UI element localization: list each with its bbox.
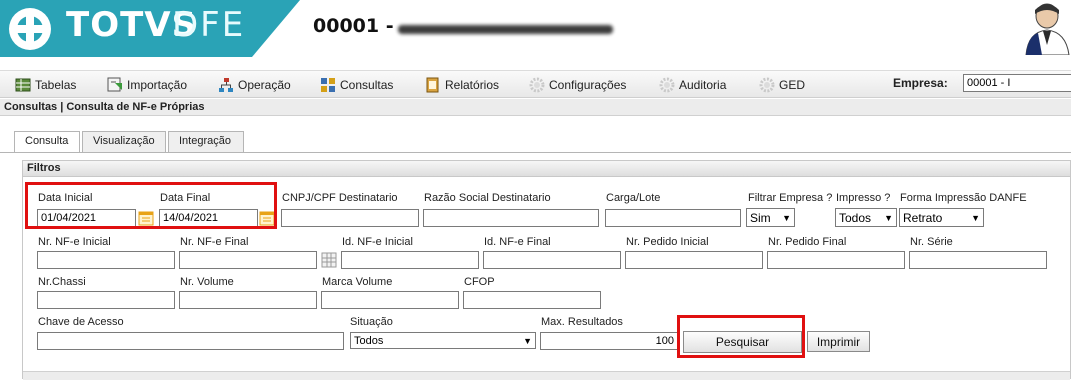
menu-ged-label: GED — [779, 78, 806, 92]
situacao-value: Todos — [354, 334, 384, 347]
nr-pedido-final-label: Nr. Pedido Final — [768, 236, 847, 248]
marca-volume-field[interactable] — [321, 291, 459, 309]
breadcrumb: Consultas | Consulta de NF-e Próprias — [0, 99, 1071, 116]
empresa-field[interactable] — [963, 74, 1071, 92]
tab-divider — [0, 152, 1071, 153]
nr-chassi-field[interactable] — [37, 291, 175, 309]
carga-lote-label: Carga/Lote — [606, 192, 661, 204]
menu-operacao-label: Operação — [238, 78, 291, 92]
nr-pedido-inicial-label: Nr. Pedido Inicial — [626, 236, 709, 248]
chave-acesso-field[interactable] — [37, 332, 344, 350]
nr-nfe-inicial-field[interactable] — [37, 251, 175, 269]
cnpj-field[interactable] — [281, 209, 419, 227]
gear-icon — [659, 77, 675, 93]
gear-icon — [529, 77, 545, 93]
menu-tabelas[interactable]: Tabelas — [15, 75, 76, 95]
menu-relatorios-label: Relatórios — [445, 78, 500, 92]
totvs-logo-icon — [9, 8, 51, 50]
carga-lote-field[interactable] — [605, 209, 741, 227]
id-nfe-final-label: Id. NF-e Final — [484, 236, 551, 248]
operation-icon — [219, 78, 233, 92]
menu-configuracoes[interactable]: Configurações — [529, 75, 626, 95]
filtrar-empresa-value: Sim — [750, 210, 771, 225]
date-range-highlight — [25, 182, 277, 229]
gear-icon — [759, 77, 775, 93]
nr-pedido-final-field[interactable] — [767, 251, 905, 269]
razao-social-label: Razão Social Destinatario — [424, 192, 551, 204]
brand-sub: DFE — [172, 5, 246, 45]
menu-tabelas-label: Tabelas — [35, 78, 77, 92]
nr-serie-field[interactable] — [909, 251, 1047, 269]
nr-nfe-inicial-label: Nr. NF-e Inicial — [38, 236, 111, 248]
forma-impressao-label: Forma Impressão DANFE — [900, 192, 1027, 204]
tab-consulta[interactable]: Consulta — [14, 131, 80, 153]
imprimir-button[interactable]: Imprimir — [807, 331, 870, 352]
app-header: TOTVS DFE 00001 - — [0, 0, 1071, 66]
nr-pedido-inicial-field[interactable] — [625, 251, 763, 269]
id-nfe-inicial-field[interactable] — [341, 251, 479, 269]
filtrar-empresa-select[interactable]: Sim ▼ — [746, 208, 795, 227]
nr-volume-label: Nr. Volume — [180, 276, 234, 288]
grid-lookup-icon[interactable] — [321, 252, 337, 268]
grid-icon — [321, 78, 335, 92]
menu-consultas[interactable]: Consultas — [320, 75, 393, 95]
marca-volume-label: Marca Volume — [322, 276, 393, 288]
menu-configuracoes-label: Configurações — [549, 78, 627, 92]
menu-relatorios[interactable]: Relatórios — [425, 75, 499, 95]
forma-impressao-value: Retrato — [903, 210, 943, 225]
menu-importacao[interactable]: Importação — [107, 75, 187, 95]
menu-auditoria-label: Auditoria — [679, 78, 727, 92]
company-title: 00001 - — [313, 15, 394, 37]
cnpj-label: CNPJ/CPF Destinatario — [282, 192, 398, 204]
filters-title: Filtros — [23, 161, 1070, 177]
max-resultados-label: Max. Resultados — [541, 316, 623, 328]
chave-acesso-label: Chave de Acesso — [38, 316, 124, 328]
user-avatar-icon[interactable] — [1024, 0, 1071, 55]
cfop-label: CFOP — [464, 276, 495, 288]
nr-nfe-final-field[interactable] — [179, 251, 317, 269]
forma-impressao-select[interactable]: Retrato ▼ — [899, 208, 984, 227]
tab-visualizacao[interactable]: Visualização — [82, 131, 166, 152]
impresso-value: Todos — [839, 210, 872, 225]
nr-nfe-final-label: Nr. NF-e Final — [180, 236, 249, 248]
empresa-label: Empresa: — [893, 76, 948, 90]
reports-icon — [426, 77, 439, 93]
brand-banner: TOTVS DFE — [0, 0, 300, 57]
nr-volume-field[interactable] — [179, 291, 317, 309]
impresso-select[interactable]: Todos ▼ — [835, 208, 897, 227]
menu-importacao-label: Importação — [127, 78, 188, 92]
chevron-down-icon: ▼ — [884, 212, 893, 223]
tab-integracao[interactable]: Integração — [168, 131, 244, 152]
pesquisar-highlight — [677, 315, 805, 358]
redacted-company-name — [398, 13, 638, 37]
situacao-label: Situação — [350, 316, 393, 328]
impresso-label: Impresso ? — [836, 192, 891, 204]
table-icon — [15, 78, 31, 92]
razao-social-field[interactable] — [423, 209, 599, 227]
id-nfe-inicial-label: Id. NF-e Inicial — [342, 236, 413, 248]
menu-operacao[interactable]: Operação — [218, 75, 291, 95]
chevron-down-icon: ▼ — [971, 212, 980, 223]
situacao-select[interactable]: Todos ▼ — [350, 332, 536, 349]
menu-consultas-label: Consultas — [340, 78, 394, 92]
filtrar-empresa-label: Filtrar Empresa ? — [748, 192, 833, 204]
menu-auditoria[interactable]: Auditoria — [659, 75, 726, 95]
nr-serie-label: Nr. Série — [910, 236, 953, 248]
max-resultados-field[interactable] — [540, 332, 678, 350]
chevron-down-icon: ▼ — [782, 212, 791, 223]
cfop-field[interactable] — [463, 291, 601, 309]
nr-chassi-label: Nr.Chassi — [38, 276, 86, 288]
import-icon — [107, 77, 122, 92]
chevron-down-icon: ▼ — [523, 335, 532, 346]
id-nfe-final-field[interactable] — [483, 251, 621, 269]
menu-ged[interactable]: GED — [759, 75, 805, 95]
